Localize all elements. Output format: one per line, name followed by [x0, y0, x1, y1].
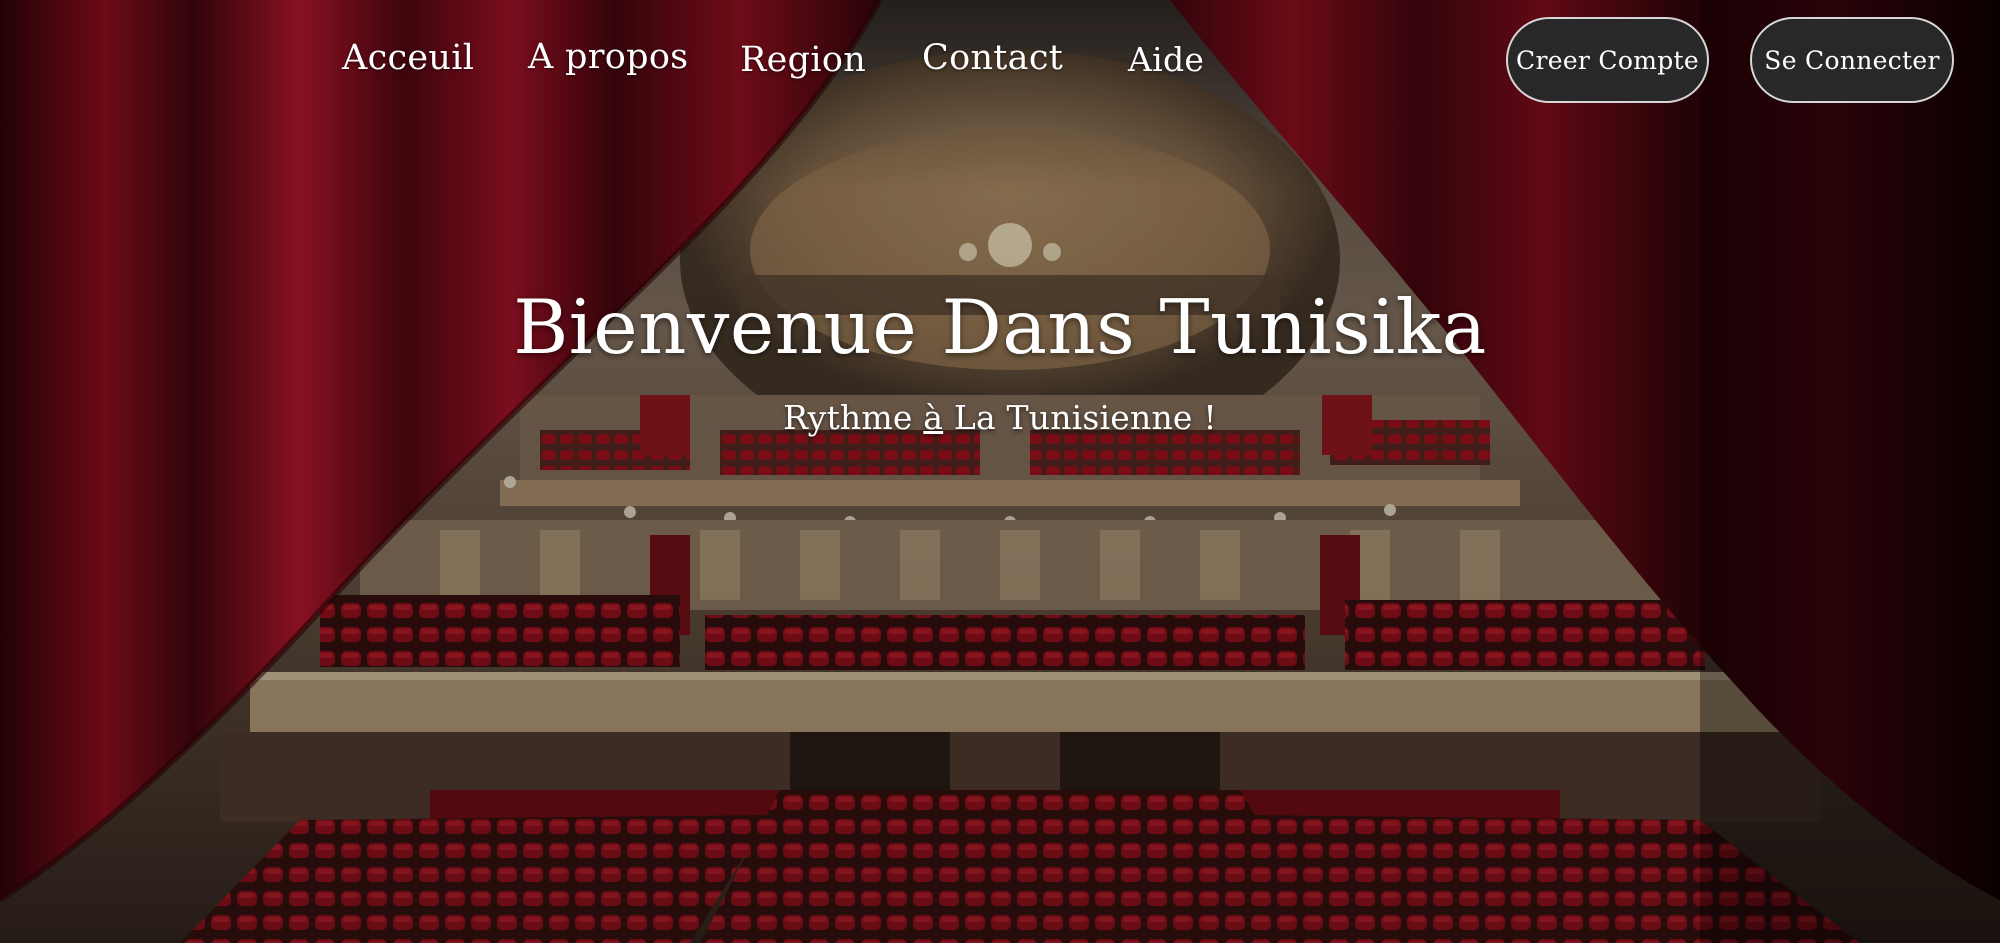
create-account-button[interactable]: Creer Compte	[1506, 17, 1709, 103]
nav-link-aide[interactable]: Aide	[1128, 40, 1204, 79]
top-navigation: Acceuil A propos Region Contact Aide Cre…	[0, 0, 2000, 120]
hero-title: Bienvenue Dans Tunisika	[513, 283, 1487, 371]
nav-link-region[interactable]: Region	[740, 40, 866, 80]
nav-link-acceuil[interactable]: Acceuil	[342, 38, 474, 78]
hero-subtitle-end: La Tunisienne !	[943, 398, 1217, 437]
hero-subtitle: Rythme à La Tunisienne !	[0, 398, 2000, 437]
login-button[interactable]: Se Connecter	[1750, 17, 1954, 103]
hero-subtitle-link[interactable]: à	[923, 398, 943, 437]
hero-subtitle-start: Rythme	[783, 398, 924, 437]
nav-link-a-propos[interactable]: A propos	[528, 37, 688, 77]
theater-background-image	[0, 0, 2000, 943]
nav-link-contact[interactable]: Contact	[922, 38, 1063, 78]
